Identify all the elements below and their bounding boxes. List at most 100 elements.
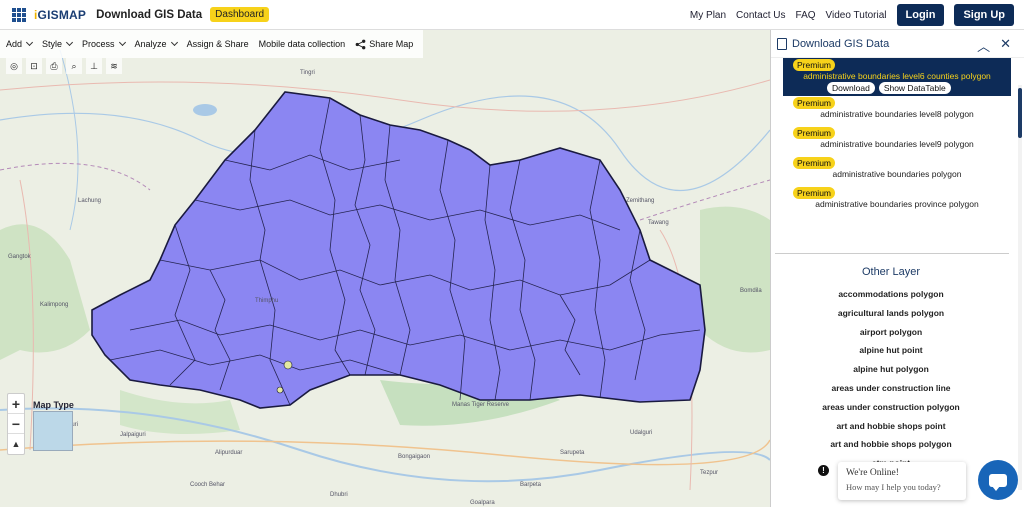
zoom-out-button[interactable]: − xyxy=(8,414,24,434)
menu-process[interactable]: Process xyxy=(82,38,126,49)
other-layer-item[interactable]: accommodations polygon xyxy=(771,285,1011,304)
place-label: Barpeta xyxy=(520,482,542,488)
place-label: Goalpara xyxy=(470,500,495,506)
premium-layer-item[interactable]: Premium administrative boundaries level8… xyxy=(783,96,1011,126)
login-button[interactable]: Login xyxy=(896,4,945,26)
map-canvas[interactable]: Gangtok Lachung Tawang Bomdila Zemithang… xyxy=(0,30,770,507)
premium-badge: Premium xyxy=(793,59,836,71)
signup-button[interactable]: Sign Up xyxy=(954,4,1014,26)
menu-share-map[interactable]: Share Map xyxy=(355,39,413,50)
chat-launcher-button[interactable] xyxy=(978,460,1018,500)
place-label: Cooch Behar xyxy=(190,482,226,488)
panel-header: Download GIS Data ︿ ✕ xyxy=(771,30,1024,58)
close-icon[interactable]: ✕ xyxy=(1000,36,1011,55)
place-label: Bomdila xyxy=(740,288,762,294)
place-label: Gangtok xyxy=(8,254,31,260)
other-layer-list: accommodations polygon agricultural land… xyxy=(771,285,1011,492)
place-label: Kalimpong xyxy=(40,302,69,308)
measure-icon[interactable]: ⊥ xyxy=(86,58,102,74)
layer-label: administrative boundaries level6 countie… xyxy=(803,71,991,81)
reset-north-button[interactable]: ▲ xyxy=(8,434,24,454)
chevron-down-icon xyxy=(65,38,74,47)
premium-badge: Premium xyxy=(793,187,836,199)
app-grid-icon[interactable] xyxy=(12,7,26,22)
place-label: Lachung xyxy=(78,198,102,204)
print-icon[interactable]: ⎙ xyxy=(46,58,62,74)
collapse-icon[interactable]: ︿ xyxy=(977,36,990,55)
menu-analyze[interactable]: Analyze xyxy=(135,38,178,49)
chevron-down-icon xyxy=(118,38,126,47)
panel-title: Download GIS Data xyxy=(792,37,890,50)
chat-bubble[interactable]: We're Online! How may I help you today? xyxy=(838,462,966,500)
locate-icon[interactable]: ◎ xyxy=(6,58,22,74)
layers-icon[interactable]: ≋ xyxy=(106,58,122,74)
layer-label: administrative boundaries province polyg… xyxy=(815,199,979,209)
premium-badge: Premium xyxy=(793,157,836,169)
map-type-label: Map Type xyxy=(33,400,74,410)
panel-scrollbar-track[interactable] xyxy=(1018,85,1022,490)
zoom-in-button[interactable]: + xyxy=(8,394,24,414)
zoom-control: + − ▲ xyxy=(7,393,25,455)
other-layer-item[interactable]: airport polygon xyxy=(771,323,1011,342)
place-label: Jalpaiguri xyxy=(120,432,146,438)
place-label: Bongaigaon xyxy=(398,454,431,460)
app-title: Download GIS Data xyxy=(96,8,203,21)
panel-scrollbar-thumb[interactable] xyxy=(1018,88,1022,138)
other-layer-item[interactable]: areas under construction line xyxy=(771,379,1011,398)
premium-layer-item[interactable]: Premium administrative boundaries polygo… xyxy=(783,156,1011,186)
place-label: Sarupeta xyxy=(560,450,585,456)
menu-mobile-data-collection[interactable]: Mobile data collection xyxy=(259,39,346,49)
other-layer-item[interactable]: agricultural lands polygon xyxy=(771,304,1011,323)
nav-video-tutorial[interactable]: Video Tutorial xyxy=(826,10,887,21)
download-button[interactable]: Download xyxy=(827,82,875,94)
dashboard-button[interactable]: Dashboard xyxy=(210,7,270,22)
nav-contact-us[interactable]: Contact Us xyxy=(736,10,785,21)
nav-faq[interactable]: FAQ xyxy=(796,10,816,21)
search-icon[interactable]: ⌕ xyxy=(66,58,82,74)
premium-badge: Premium xyxy=(793,127,836,139)
other-layer-item[interactable]: art and hobbie shops point xyxy=(771,417,1011,436)
nav-my-plan[interactable]: My Plan xyxy=(690,10,726,21)
place-label: Thimphu xyxy=(255,298,279,304)
show-datatable-button[interactable]: Show DataTable xyxy=(878,82,951,94)
premium-layer-item[interactable]: Premium administrative boundaries level9… xyxy=(783,126,1011,156)
place-label: Udalguri xyxy=(630,430,653,436)
info-icon[interactable]: ! xyxy=(818,465,829,476)
layer-label: administrative boundaries level9 polygon xyxy=(820,139,974,149)
chevron-down-icon xyxy=(25,38,34,47)
map-type-thumbnail[interactable] xyxy=(33,411,73,451)
premium-badge: Premium xyxy=(793,97,836,109)
top-header: iGISMAP Download GIS Data Dashboard My P… xyxy=(0,0,1024,30)
premium-layer-item[interactable]: Premium administrative boundaries level6… xyxy=(783,58,1011,96)
panel-divider xyxy=(775,253,1009,254)
basemap xyxy=(0,30,770,507)
place-label: Dhubri xyxy=(330,492,348,498)
menu-style[interactable]: Style xyxy=(42,38,74,49)
other-layer-item[interactable]: art and hobbie shops polygon xyxy=(771,435,1011,454)
place-label: Tezpur xyxy=(700,470,719,476)
layer-label: administrative boundaries polygon xyxy=(832,169,962,179)
chat-title: We're Online! xyxy=(846,468,899,478)
other-layer-item[interactable]: areas under construction polygon xyxy=(771,398,1011,417)
chat-subtitle: How may I help you today? xyxy=(846,482,941,492)
zoom-extent-icon[interactable]: ⊡ xyxy=(26,58,42,74)
other-layer-title: Other Layer xyxy=(861,266,921,278)
share-icon xyxy=(355,39,366,49)
place-label: Zemithang xyxy=(626,198,655,204)
place-label: Tingri xyxy=(300,70,315,76)
place-label: Manas Tiger Reserve xyxy=(452,402,510,408)
menu-assign-share[interactable]: Assign & Share xyxy=(187,39,249,49)
gismap-logo[interactable]: iGISMAP xyxy=(34,8,86,22)
chat-icon xyxy=(989,473,1007,491)
other-layer-item[interactable]: alpine hut polygon xyxy=(771,360,1011,379)
other-layer-item[interactable]: alpine hut point xyxy=(771,341,1011,360)
app-root: iGISMAP Download GIS Data Dashboard My P… xyxy=(0,0,1024,507)
chevron-down-icon xyxy=(170,38,178,47)
map-tools: ◎ ⊡ ⎙ ⌕ ⊥ ≋ xyxy=(6,58,122,74)
top-nav: My Plan Contact Us FAQ Video Tutorial Lo… xyxy=(690,4,1014,26)
premium-layer-item[interactable]: Premium administrative boundaries provin… xyxy=(783,186,1011,216)
map-toolbar: Add Style Process Analyze Assign & Share… xyxy=(0,30,424,58)
place-label: Alipurduar xyxy=(215,450,243,456)
menu-add[interactable]: Add xyxy=(6,38,34,49)
download-gis-panel: Download GIS Data ︿ ✕ Premium administra… xyxy=(770,30,1024,507)
